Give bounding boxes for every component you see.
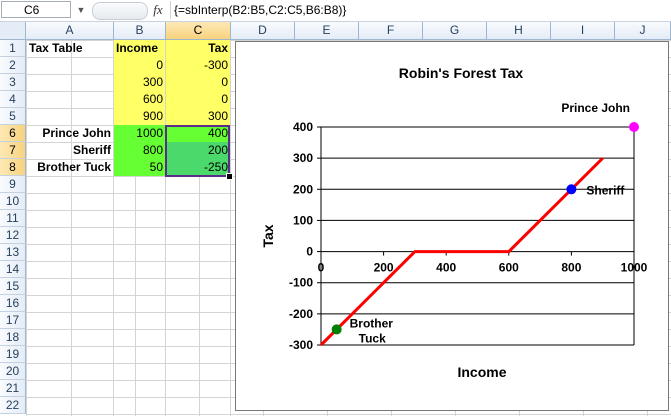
row-header[interactable]: 19 <box>0 346 26 363</box>
selection-border <box>165 125 230 177</box>
column-header-g[interactable]: G <box>423 22 487 40</box>
cell-a1[interactable]: Tax Table <box>27 40 113 57</box>
data-point <box>331 324 342 335</box>
y-tick-label: -200 <box>289 307 313 321</box>
column-header-f[interactable]: F <box>359 22 423 40</box>
chevron-down-icon[interactable]: ▼ <box>75 3 87 17</box>
row-header[interactable]: 2 <box>0 57 26 74</box>
row-header[interactable]: 15 <box>0 278 26 295</box>
column-header-b[interactable]: B <box>114 22 166 40</box>
row-header[interactable]: 10 <box>0 193 26 210</box>
x-tick-label: 200 <box>374 261 394 275</box>
y-tick-label: 200 <box>293 182 313 196</box>
column-header-c[interactable]: C <box>166 22 231 40</box>
x-axis-label: Income <box>457 364 506 380</box>
x-tick-label: 0 <box>318 261 325 275</box>
row-header[interactable]: 6 <box>0 125 26 142</box>
row-header[interactable]: 12 <box>0 227 26 244</box>
column-header-e[interactable]: E <box>295 22 359 40</box>
cell-a6[interactable]: Prince John <box>27 125 113 142</box>
y-tick-label: 100 <box>293 213 313 227</box>
formula-bar: C6 ▼ fx {=sbInterp(B2:B5,C2:C5,B6:B8)} <box>0 0 671 22</box>
cell-a7[interactable]: Sheriff <box>27 142 113 159</box>
y-tick-label: 400 <box>293 120 313 134</box>
select-all-corner[interactable] <box>0 22 26 40</box>
fill-handle[interactable] <box>226 173 233 180</box>
cell-c4[interactable]: 0 <box>166 91 230 108</box>
row-header[interactable]: 18 <box>0 329 26 346</box>
row-header[interactable]: 22 <box>0 397 26 414</box>
x-tick-label: 600 <box>499 261 519 275</box>
cell-c5[interactable]: 300 <box>166 108 230 125</box>
row-header[interactable]: 3 <box>0 74 26 91</box>
cell-b4[interactable]: 600 <box>114 91 165 108</box>
y-tick-label: 300 <box>293 151 313 165</box>
data-point <box>629 122 639 132</box>
row-header[interactable]: 13 <box>0 244 26 261</box>
row-header[interactable]: 21 <box>0 380 26 397</box>
column-header-j[interactable]: J <box>615 22 671 40</box>
row-header[interactable]: 11 <box>0 210 26 227</box>
chart-area[interactable]: Robin's Forest Tax Income Tax 400 300 200 1… <box>235 41 669 411</box>
y-tick-label: 0 <box>306 245 313 259</box>
column-header-h[interactable]: H <box>487 22 551 40</box>
y-tick-label: -300 <box>289 338 313 352</box>
cell-a8[interactable]: Brother Tuck <box>27 159 113 176</box>
y-tick-label: -100 <box>289 276 313 290</box>
cell-b2[interactable]: 0 <box>114 57 165 74</box>
row-header[interactable]: 9 <box>0 176 26 193</box>
column-header-a[interactable]: A <box>26 22 114 40</box>
name-box[interactable]: C6 <box>1 1 71 18</box>
row-header[interactable]: 4 <box>0 91 26 108</box>
data-label: Sheriff <box>586 183 625 197</box>
chart-title: Robin's Forest Tax <box>399 65 524 81</box>
data-label: Prince John <box>561 101 630 115</box>
cell-b8[interactable]: 50 <box>114 159 165 176</box>
cell-b5[interactable]: 900 <box>114 108 165 125</box>
row-header[interactable]: 1 <box>0 40 26 57</box>
row-header[interactable]: 7 <box>0 142 26 159</box>
x-tick-label: 400 <box>436 261 456 275</box>
cell-b1[interactable]: Income <box>114 40 165 57</box>
cell-c1[interactable]: Tax <box>166 40 230 57</box>
data-label: Brother Tuck <box>350 316 394 345</box>
cell-c3[interactable]: 0 <box>166 74 230 91</box>
row-header[interactable]: 14 <box>0 261 26 278</box>
column-header-d[interactable]: D <box>231 22 295 40</box>
column-header-i[interactable]: I <box>551 22 615 40</box>
formula-bar-controls <box>92 2 148 20</box>
line-chart: Robin's Forest Tax Income Tax 400 300 200 1… <box>260 65 648 380</box>
row-header[interactable]: 16 <box>0 295 26 312</box>
cell-b6[interactable]: 1000 <box>114 125 165 142</box>
fx-icon[interactable]: fx <box>149 1 167 19</box>
y-axis-label: Tax <box>260 224 276 247</box>
row-header[interactable]: 17 <box>0 312 26 329</box>
cell-b7[interactable]: 800 <box>114 142 165 159</box>
cell-b3[interactable]: 300 <box>114 74 165 91</box>
cell-c2[interactable]: -300 <box>166 57 230 74</box>
row-header[interactable]: 20 <box>0 363 26 380</box>
row-header[interactable]: 5 <box>0 108 26 125</box>
x-tick-label: 800 <box>561 261 581 275</box>
data-point <box>566 184 577 195</box>
formula-input[interactable]: {=sbInterp(B2:B5,C2:C5,B6:B8)} <box>170 1 670 19</box>
row-header[interactable]: 8 <box>0 159 26 176</box>
